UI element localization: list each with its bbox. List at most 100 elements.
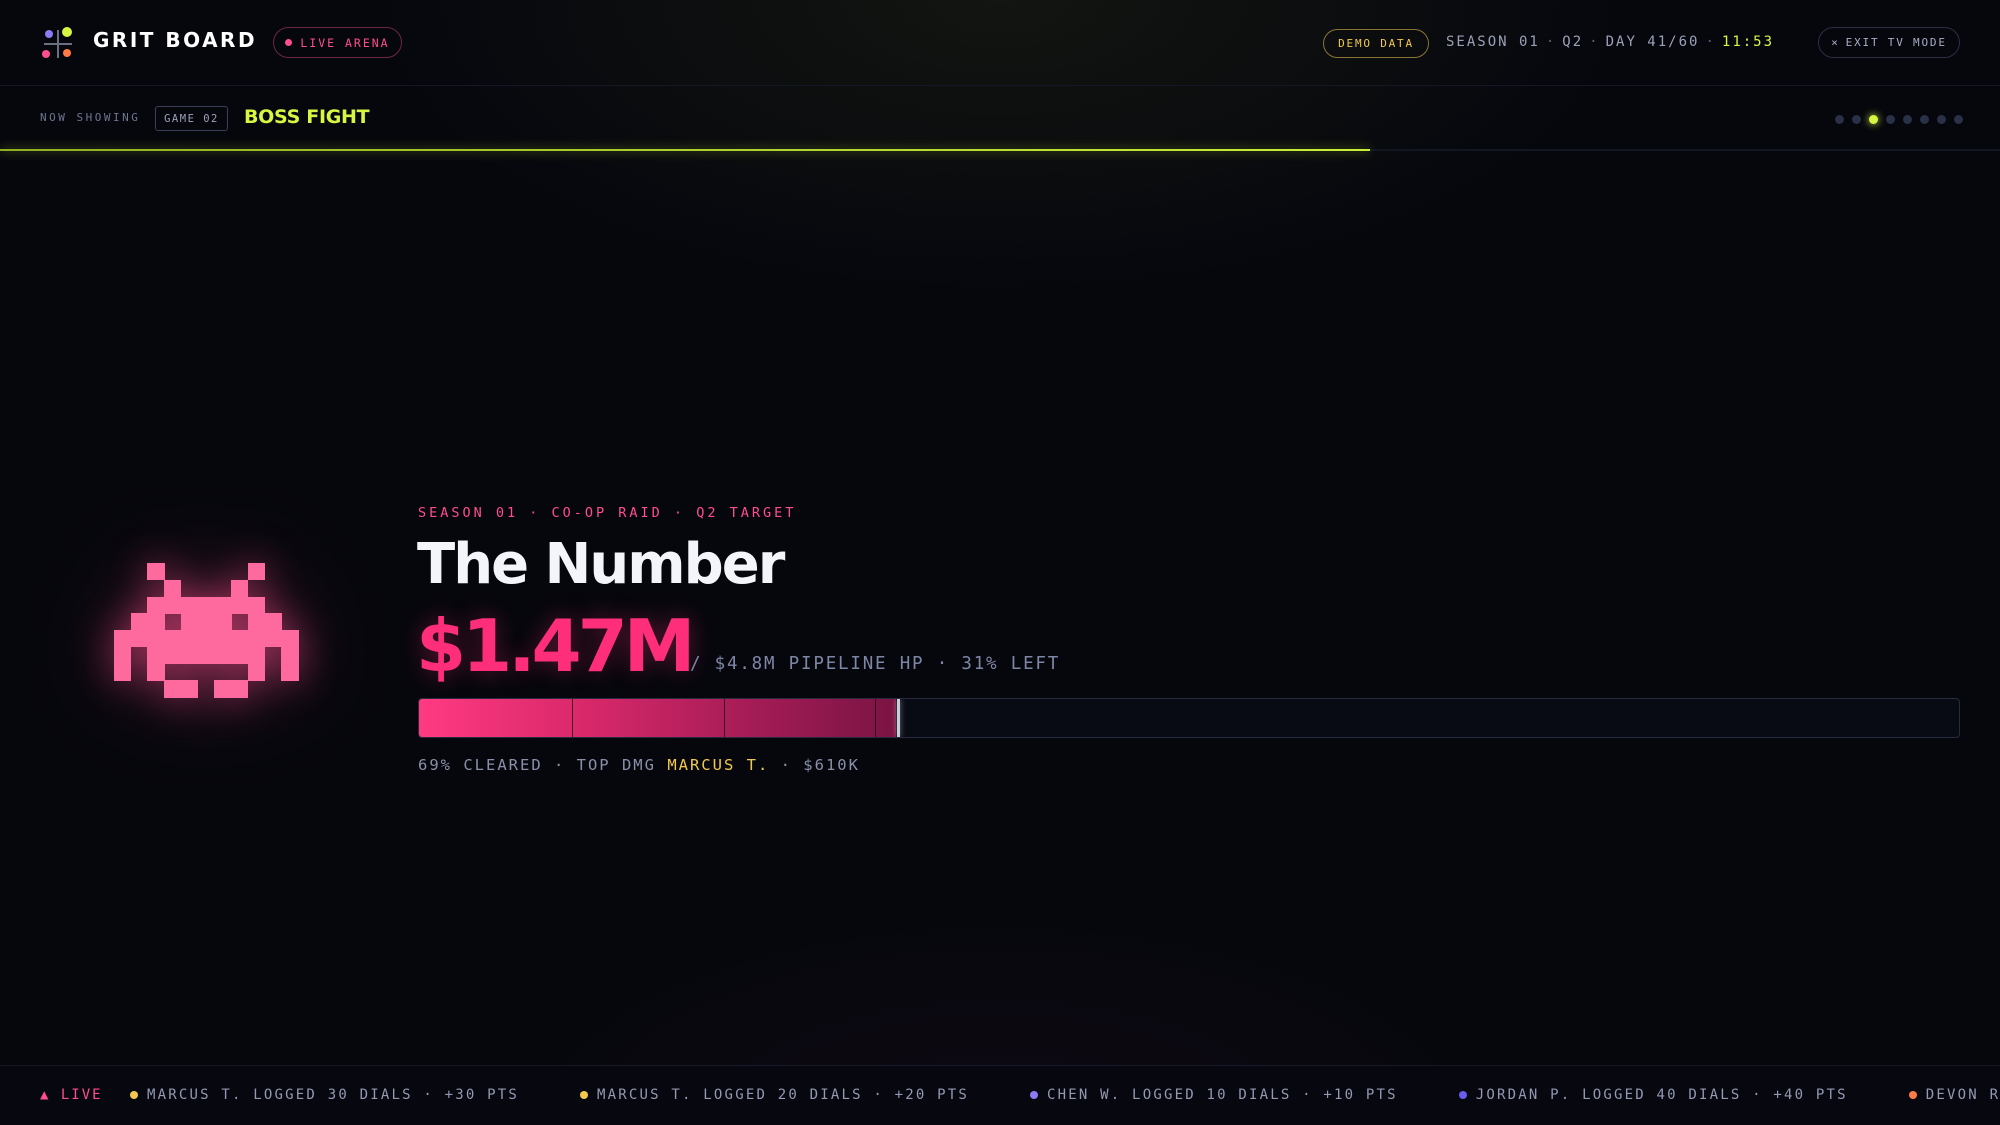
invader-pixel xyxy=(264,630,282,648)
invader-pixel xyxy=(114,663,132,681)
live-dot-icon xyxy=(285,39,293,46)
demo-data-badge: DEMO DATA xyxy=(1323,29,1429,58)
invader-pixel xyxy=(197,596,215,614)
invader-pixel xyxy=(247,663,266,681)
ticker-item-text: CHEN W. LOGGED 10 DIALS · +10 PTS xyxy=(1047,1087,1398,1103)
boss-hp-subtitle: / $4.8M PIPELINE HP · 31% LEFT xyxy=(690,654,1061,674)
exit-tv-mode-button[interactable]: × EXIT TV MODE xyxy=(1818,27,1960,58)
rotation-progress-track xyxy=(0,149,2000,151)
ticker-dot-icon xyxy=(130,1091,138,1099)
brand-title: GRIT BOARD xyxy=(93,28,258,52)
cleared-text: 69% CLEARED · TOP DMG xyxy=(418,756,668,774)
game-title: BOSS FIGHT xyxy=(244,106,370,128)
hp-marker xyxy=(897,699,900,737)
ticker-live-label: ▲ LIVE xyxy=(40,1087,103,1103)
invader-pixel xyxy=(197,630,215,648)
slide-dot xyxy=(1954,115,1963,124)
invader-pixel xyxy=(281,630,299,648)
invader-pixel xyxy=(247,563,266,581)
invader-pixel xyxy=(114,646,132,665)
slide-dot xyxy=(1937,115,1946,124)
boss-hp-bar xyxy=(418,698,1960,738)
invader-pixel xyxy=(164,646,182,665)
slide-dot xyxy=(1903,115,1912,124)
live-arena-badge: LIVE ARENA xyxy=(273,27,402,58)
boss-footer: 69% CLEARED · TOP DMG MARCUS T. · $610K xyxy=(418,756,860,774)
ticker-dot-icon xyxy=(1030,1091,1039,1099)
invader-pixel xyxy=(247,646,266,665)
invader-pixel xyxy=(231,630,249,648)
slide-dot xyxy=(1920,115,1929,124)
day-label: DAY 41/60 xyxy=(1605,34,1700,50)
invader-pixel xyxy=(214,613,232,631)
live-arena-label: LIVE ARENA xyxy=(300,35,390,50)
close-icon: × xyxy=(1831,36,1840,49)
slide-dot xyxy=(1835,115,1844,124)
game-number-chip: GAME 02 xyxy=(155,106,228,131)
invader-pixel xyxy=(180,613,199,631)
boss-eyebrow: SEASON 01 · CO-OP RAID · Q2 TARGET xyxy=(418,505,797,521)
invader-pixel xyxy=(247,630,266,648)
invader-pixel xyxy=(147,663,165,681)
ticker-item-text: JORDAN P. LOGGED 40 DIALS · +40 PTS xyxy=(1475,1087,1848,1103)
invader-pixel xyxy=(214,680,232,698)
now-showing-bar: NOW SHOWING GAME 02 BOSS FIGHT xyxy=(0,86,2000,150)
invader-pixel xyxy=(147,596,165,614)
invader-pixel xyxy=(231,680,249,698)
invader-pixel xyxy=(180,596,199,614)
invader-pixel xyxy=(130,613,149,631)
slide-dot xyxy=(1869,115,1878,124)
quarter-label: Q2 xyxy=(1562,34,1584,50)
season-label: SEASON 01 xyxy=(1446,34,1540,50)
activity-ticker: ▲ LIVE MARCUS T. LOGGED 30 DIALS · +30 P… xyxy=(0,1065,2000,1125)
ticker-dot-icon xyxy=(1908,1091,1917,1099)
grit-board-logo-icon xyxy=(40,26,76,62)
ticker-items: MARCUS T. LOGGED 30 DIALS · +30 PTS MARCU… xyxy=(130,1087,2000,1103)
invader-pixel xyxy=(214,646,232,665)
invader-pixel xyxy=(281,646,299,665)
invader-pixel xyxy=(147,613,165,631)
invader-pixel xyxy=(164,680,182,698)
top-bar: GRIT BOARD LIVE ARENA DEMO DATA SEASON 0… xyxy=(0,0,2000,86)
season-info: SEASON 01 · Q2 · DAY 41/60 · 11:53 xyxy=(1446,34,1775,50)
slide-indicator xyxy=(1835,115,1963,124)
invader-pixel xyxy=(281,663,299,681)
invader-pixel xyxy=(130,630,149,648)
space-invader-boss-icon xyxy=(114,563,299,698)
invader-pixel xyxy=(247,596,266,614)
invader-pixel xyxy=(214,630,232,648)
ticker-item-text: MARCUS T. LOGGED 20 DIALS · +20 PTS xyxy=(597,1087,970,1103)
now-showing-label: NOW SHOWING xyxy=(40,111,141,124)
ticker-item: JORDAN P. LOGGED 40 DIALS · +40 PTS xyxy=(1458,1087,1848,1103)
ticker-dot-icon xyxy=(1458,1091,1467,1099)
invader-pixel xyxy=(180,630,199,648)
top-damage-player: MARCUS T. xyxy=(667,756,770,774)
top-damage-amount: · $610K xyxy=(769,756,860,774)
invader-pixel xyxy=(180,680,199,698)
invader-pixel xyxy=(147,630,165,648)
invader-pixel xyxy=(231,646,249,665)
invader-pixel xyxy=(197,646,215,665)
ticker-item-text: DEVON R. HAD A LIVE xyxy=(1925,1087,2000,1103)
invader-pixel xyxy=(247,613,266,631)
invader-pixel xyxy=(114,630,132,648)
invader-pixel xyxy=(264,613,282,631)
slide-dot xyxy=(1852,115,1861,124)
slide-dot xyxy=(1886,115,1895,124)
invader-pixel xyxy=(164,579,182,598)
ticker-item: MARCUS T. LOGGED 20 DIALS · +20 PTS xyxy=(580,1087,969,1103)
clock: 11:53 xyxy=(1721,34,1775,50)
hp-segment-divider xyxy=(875,699,876,737)
hp-segment-divider xyxy=(572,699,573,737)
ticker-dot-icon xyxy=(580,1091,589,1099)
ticker-item: CHEN W. LOGGED 10 DIALS · +10 PTS xyxy=(1030,1087,1398,1103)
invader-pixel xyxy=(147,563,165,581)
boss-hp-fill xyxy=(419,699,897,737)
ticker-item-text: MARCUS T. LOGGED 30 DIALS · +30 PTS xyxy=(147,1087,520,1103)
invader-pixel xyxy=(231,579,249,598)
invader-pixel xyxy=(164,630,182,648)
invader-pixel xyxy=(164,596,182,614)
ticker-item: MARCUS T. LOGGED 30 DIALS · +30 PTS xyxy=(130,1087,519,1103)
exit-tv-mode-label: EXIT TV MODE xyxy=(1845,36,1947,49)
invader-pixel xyxy=(197,613,215,631)
